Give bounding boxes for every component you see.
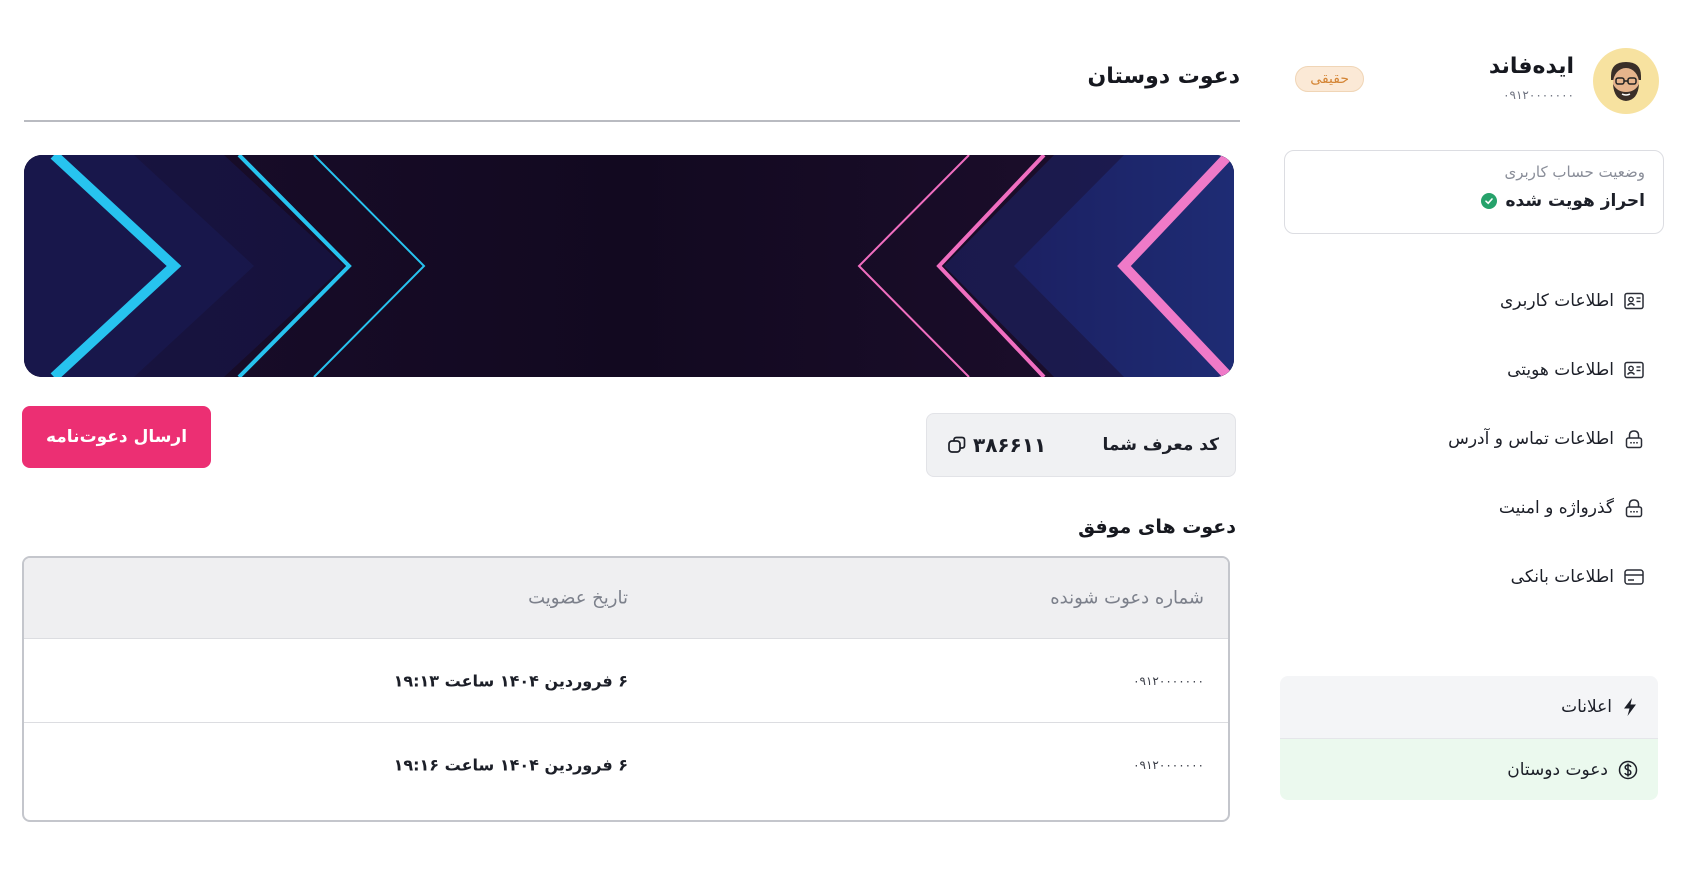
sidebar-item-label: اعلانات	[1561, 697, 1612, 717]
sidebar-item-user-info[interactable]: اطلاعات کاربری	[1284, 266, 1664, 335]
avatar[interactable]	[1593, 48, 1659, 114]
account-type-badge: حقیقی	[1295, 66, 1364, 92]
column-header-invitee-number: شماره دعوت شونده	[1050, 587, 1204, 609]
table-row: ۰۹۱۲۰۰۰۰۰۰۰ ۶ فروردین ۱۴۰۴ ساعت ۱۹:۱۳	[24, 638, 1228, 722]
referral-code: ۳۸۶۶۱۱	[947, 433, 1046, 457]
page-title: دعوت دوستان	[1087, 64, 1241, 89]
account-status-text: احراز هویت شده	[1505, 191, 1645, 211]
profile-header: ایده‌فاند ۰۹۱۲۰۰۰۰۰۰۰ حقیقی	[1284, 48, 1664, 128]
referral-code-value: ۳۸۶۶۱۱	[973, 433, 1047, 457]
avatar-face-icon	[1611, 62, 1641, 101]
sidebar-item-label: اطلاعات تماس و آدرس	[1448, 428, 1614, 449]
successful-invites-table: شماره دعوت شونده تاریخ عضویت ۰۹۱۲۰۰۰۰۰۰۰…	[22, 556, 1230, 822]
sidebar-bottom-menu: اعلانات دعوت دوستان	[1280, 676, 1658, 800]
profile-name: ایده‌فاند	[1488, 54, 1574, 79]
account-status-value: احراز هویت شده	[1303, 191, 1645, 211]
app-root: ایده‌فاند ۰۹۱۲۰۰۰۰۰۰۰ حقیقی وضعیت حساب ک…	[0, 0, 1694, 871]
profile-phone: ۰۹۱۲۰۰۰۰۰۰۰	[1503, 88, 1574, 102]
invitee-number-cell: ۰۹۱۲۰۰۰۰۰۰۰	[1133, 673, 1204, 688]
dollar-circle-icon	[1618, 760, 1638, 779]
lightning-icon	[1624, 698, 1636, 716]
sidebar-item-bank-info[interactable]: اطلاعات بانکی	[1284, 542, 1664, 611]
send-invitation-button[interactable]: ارسال دعوت‌نامه	[22, 406, 211, 468]
referral-code-box: کد معرف شما ۳۸۶۶۱۱	[926, 413, 1236, 477]
sidebar-item-password-security[interactable]: گذرواژه و امنیت	[1284, 473, 1664, 542]
sidebar-item-label: اطلاعات کاربری	[1499, 290, 1614, 311]
referral-code-label: کد معرف شما	[1102, 435, 1220, 455]
id-card-icon	[1624, 292, 1644, 309]
account-status-label: وضعیت حساب کاربری	[1504, 163, 1645, 181]
sidebar-item-identity-info[interactable]: اطلاعات هویتی	[1284, 335, 1664, 404]
sidebar: ایده‌فاند ۰۹۱۲۰۰۰۰۰۰۰ حقیقی وضعیت حساب ک…	[1280, 48, 1664, 808]
copy-icon[interactable]	[947, 435, 967, 455]
invitee-number-cell: ۰۹۱۲۰۰۰۰۰۰۰	[1133, 757, 1204, 772]
lock-icon	[1625, 498, 1643, 517]
sidebar-item-label: گذرواژه و امنیت	[1498, 497, 1614, 518]
join-date-cell: ۶ فروردین ۱۴۰۴ ساعت ۱۹:۱۶	[393, 755, 628, 774]
title-divider	[24, 120, 1240, 122]
table-row: ۰۹۱۲۰۰۰۰۰۰۰ ۶ فروردین ۱۴۰۴ ساعت ۱۹:۱۶	[24, 722, 1228, 806]
sidebar-item-notifications[interactable]: اعلانات	[1280, 676, 1658, 738]
id-card-icon	[1624, 361, 1644, 378]
invite-banner	[24, 155, 1234, 377]
sidebar-item-label: اطلاعات بانکی	[1510, 566, 1614, 587]
sidebar-item-label: دعوت دوستان	[1507, 759, 1608, 780]
verified-check-icon	[1481, 193, 1498, 209]
main-content: دعوت دوستان کد معرف شما ۳۸۶۶۱۱ ارسال دعو…	[22, 48, 1240, 828]
banner-chevrons-graphic	[24, 155, 1234, 377]
lock-icon	[1625, 429, 1643, 448]
column-header-join-date: تاریخ عضویت	[528, 587, 628, 609]
join-date-cell: ۶ فروردین ۱۴۰۴ ساعت ۱۹:۱۳	[393, 671, 628, 690]
sidebar-menu: اطلاعات کاربری اطلاعات هویتی اطلاعات تما…	[1284, 266, 1664, 611]
successful-invites-title: دعوت های موفق	[1078, 516, 1236, 538]
sidebar-item-label: اطلاعات هویتی	[1507, 359, 1614, 380]
sidebar-item-invite-friends[interactable]: دعوت دوستان	[1280, 738, 1658, 800]
sidebar-item-contact-address[interactable]: اطلاعات تماس و آدرس	[1284, 404, 1664, 473]
account-status-card: وضعیت حساب کاربری احراز هویت شده	[1284, 150, 1664, 234]
bank-card-icon	[1624, 568, 1644, 585]
table-header: شماره دعوت شونده تاریخ عضویت	[24, 558, 1228, 638]
